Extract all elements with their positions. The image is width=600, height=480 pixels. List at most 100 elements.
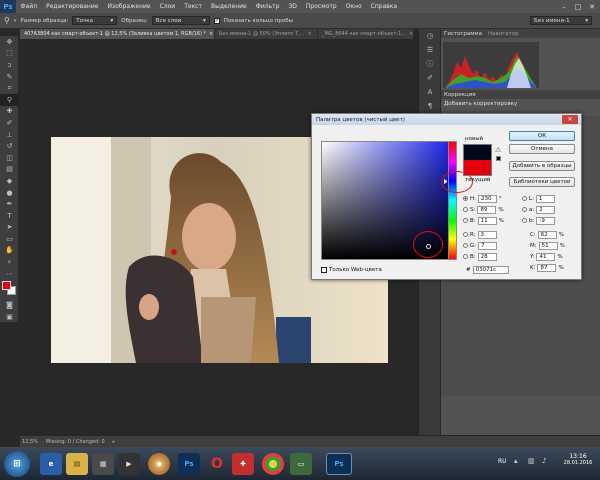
properties-panel-icon[interactable]: ☰ <box>419 43 441 57</box>
monitor-app-icon[interactable]: ▭ <box>290 453 312 475</box>
brightness-field[interactable]: 11 <box>477 216 497 225</box>
tool-preset-chevron-icon[interactable]: ▾ <box>14 18 17 24</box>
system-clock[interactable]: 13:16 28.01.2016 <box>558 453 598 466</box>
tab-corrections[interactable]: Коррекция <box>444 92 476 98</box>
blue-field[interactable]: 28 <box>477 252 497 261</box>
quick-mask-icon[interactable]: ◙ <box>0 299 19 311</box>
brush-tool-icon[interactable]: ✐ <box>0 117 19 129</box>
close-icon[interactable]: ✕ <box>586 0 598 13</box>
healing-brush-icon[interactable]: ✚ <box>0 106 19 118</box>
eraser-tool-icon[interactable]: ◫ <box>0 152 19 164</box>
eyedropper-tool-icon[interactable]: ⚲ <box>4 16 10 25</box>
menu-image[interactable]: Изображение <box>103 3 155 10</box>
photoshop-active-taskbar-icon[interactable]: Ps <box>326 453 352 475</box>
media-app-icon[interactable]: ◉ <box>148 453 170 475</box>
tab-document-2[interactable]: Без имени-1 @ 50% (Эллипс 7,... × <box>215 29 318 39</box>
close-icon[interactable]: × <box>307 31 311 37</box>
menu-help[interactable]: Справка <box>366 3 401 10</box>
shape-tool-icon[interactable]: ▭ <box>0 233 19 245</box>
zoom-level[interactable]: 12,5% <box>22 439 38 445</box>
opera-icon[interactable]: O <box>206 453 228 475</box>
media-player-icon[interactable]: ▶ <box>118 453 140 475</box>
file-manager-icon[interactable]: ▦ <box>92 453 114 475</box>
menu-3d[interactable]: 3D <box>284 3 301 10</box>
tab-navigator[interactable]: Навигатор <box>488 31 519 37</box>
screen-mode-icon[interactable]: ▣ <box>0 311 19 323</box>
history-brush-icon[interactable]: ↺ <box>0 140 19 152</box>
marquee-tool-icon[interactable]: ⬚ <box>0 48 19 60</box>
tray-expand-icon[interactable]: ▴ <box>514 457 518 465</box>
language-indicator[interactable]: RU <box>498 458 507 465</box>
menu-window[interactable]: Окно <box>341 3 366 10</box>
menu-filter[interactable]: Фильтр <box>251 3 284 10</box>
blur-tool-icon[interactable]: ◆ <box>0 175 19 187</box>
quick-select-tool-icon[interactable]: ✎ <box>0 71 19 83</box>
yellow-field[interactable]: 41 <box>536 252 556 261</box>
history-panel-icon[interactable]: ◷ <box>419 29 441 43</box>
workspace-select[interactable]: Без имени-1 ▾ <box>530 16 592 25</box>
path-select-icon[interactable]: ➤ <box>0 222 19 234</box>
dodge-tool-icon[interactable]: ● <box>0 187 19 199</box>
show-sampling-ring-checkbox[interactable]: ✓ <box>213 17 220 24</box>
sample-select[interactable]: Все слои ▾ <box>151 16 210 25</box>
maximize-icon[interactable]: □ <box>572 0 584 13</box>
menu-edit[interactable]: Редактирование <box>42 3 103 10</box>
menu-file[interactable]: Файл <box>16 3 42 10</box>
crop-tool-icon[interactable]: ⌗ <box>0 82 19 94</box>
lab-a-field[interactable]: 2 <box>536 205 556 214</box>
hand-tool-icon[interactable]: ✋ <box>0 245 19 257</box>
info-panel-icon[interactable]: ⓘ <box>419 57 441 71</box>
sample-size-select[interactable]: Точка ▾ <box>72 16 118 25</box>
close-icon[interactable]: ✕ <box>562 115 578 124</box>
menu-select[interactable]: Выделение <box>206 3 251 10</box>
pen-tool-icon[interactable]: ✒ <box>0 198 19 210</box>
photoshop-taskbar-icon[interactable]: Ps <box>178 453 200 475</box>
cancel-button[interactable]: Отмена <box>509 144 575 154</box>
brightness-radio[interactable] <box>463 218 468 223</box>
lab-a-radio[interactable] <box>522 207 527 212</box>
more-tools-icon[interactable]: ⋯ <box>0 268 19 280</box>
app-icon[interactable]: ✚ <box>232 453 254 475</box>
hue-field[interactable]: 230 <box>478 194 497 203</box>
magenta-field[interactable]: 51 <box>538 241 558 250</box>
saturation-field[interactable]: 89 <box>477 205 497 214</box>
chrome-icon[interactable] <box>262 453 284 475</box>
character-panel-icon[interactable]: A <box>419 85 441 99</box>
foreground-color-swatch[interactable] <box>2 281 11 291</box>
type-tool-icon[interactable]: T <box>0 210 19 222</box>
lasso-tool-icon[interactable]: ↄ <box>0 59 19 71</box>
cyan-field[interactable]: 62 <box>537 230 557 239</box>
clone-stamp-icon[interactable]: ⊥ <box>0 129 19 141</box>
move-tool-icon[interactable]: ✥ <box>0 36 19 48</box>
network-icon[interactable]: ▥ <box>528 457 535 465</box>
blue-radio[interactable] <box>463 254 468 259</box>
eyedropper-tool-icon[interactable]: ⚲ <box>0 93 19 106</box>
color-swatches[interactable] <box>0 279 18 299</box>
volume-icon[interactable]: ♪ <box>542 457 546 465</box>
hex-field[interactable]: 03071c <box>472 265 509 274</box>
tab-document-3[interactable]: _MG_8644 как смарт-объект-1... × <box>318 29 414 39</box>
close-icon[interactable]: × <box>209 31 213 37</box>
color-libraries-button[interactable]: Библиотеки цветов <box>509 177 575 187</box>
tab-histogram[interactable]: Гистограмма <box>444 31 482 37</box>
out-of-gamut-warning-icon[interactable]: ⚠ <box>495 146 501 154</box>
red-radio[interactable] <box>463 232 468 237</box>
black-field[interactable]: 87 <box>537 263 557 272</box>
tab-document-1[interactable]: 407А3804 как смарт-объект-1 @ 12,5% (Зал… <box>20 29 215 39</box>
start-button[interactable]: ⊞ <box>4 451 30 477</box>
lab-l-field[interactable]: 1 <box>535 194 555 203</box>
red-field[interactable]: 3 <box>477 230 497 239</box>
add-to-swatches-button[interactable]: Добавить в образцы <box>509 161 575 171</box>
saturation-radio[interactable] <box>463 207 468 212</box>
minimize-icon[interactable]: – <box>558 0 570 13</box>
menu-layers[interactable]: Слои <box>155 3 180 10</box>
file-explorer-icon[interactable]: ▤ <box>66 453 88 475</box>
lab-l-radio[interactable] <box>522 196 527 201</box>
internet-explorer-icon[interactable]: e <box>40 453 62 475</box>
hue-slider[interactable] <box>448 141 457 260</box>
web-only-checkbox[interactable] <box>321 266 327 273</box>
status-menu-icon[interactable]: ▸ <box>113 439 116 445</box>
web-safe-color-icon[interactable] <box>496 156 501 161</box>
green-field[interactable]: 7 <box>478 241 498 250</box>
green-radio[interactable] <box>463 243 468 248</box>
